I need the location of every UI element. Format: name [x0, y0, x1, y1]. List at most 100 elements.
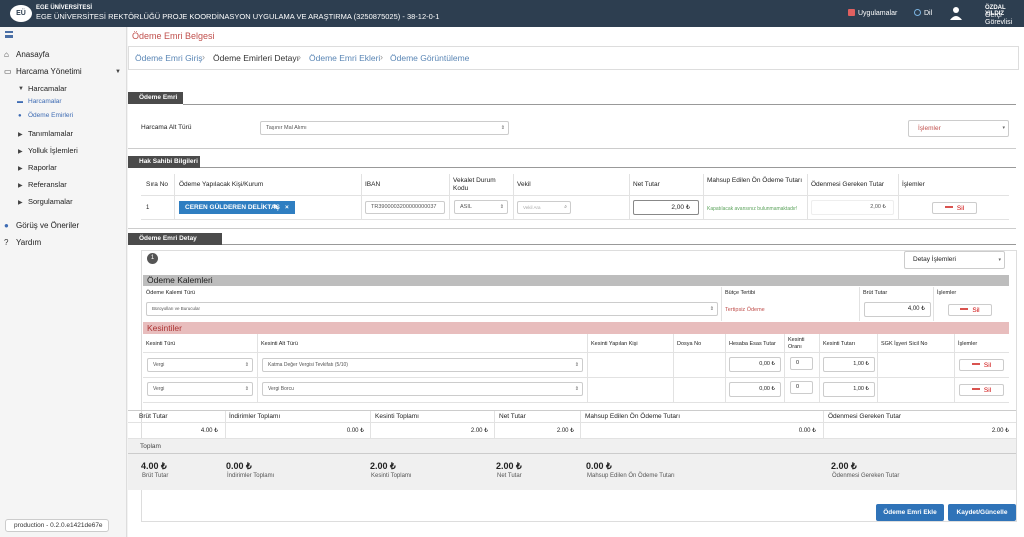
divider [143, 377, 1009, 378]
divider [222, 244, 1016, 245]
sidebar-item-referanslar[interactable]: Referanslar [28, 180, 67, 189]
top-bar: EÜ EGE ÜNİVERSİTESİ EGE ÜNİVERSİTESİ REK… [0, 0, 1024, 27]
sidebar-item-harcamalar[interactable]: Harcamalar [28, 98, 62, 105]
toplam-label: Toplam [140, 443, 161, 450]
divider [128, 148, 1016, 149]
page-title: Ödeme Emri Belgesi [132, 31, 215, 41]
sidebar-item-sorgulamalar[interactable]: Sorgulamalar [28, 197, 73, 206]
sidebar-item-tanimlamalar[interactable]: Tanımlamalar [28, 129, 73, 138]
toplam-indirimler-value: 0.00 ₺ [226, 461, 252, 471]
minus-icon [971, 388, 980, 390]
delete-kalem-button[interactable]: Sil [948, 304, 992, 316]
harcama-alt-turu-select[interactable]: Taşınır Mal Alımı ⇕ [260, 121, 509, 135]
hesaba-esas-input[interactable]: 0,00 ₺ [729, 382, 781, 397]
language-menu[interactable]: Dil [914, 9, 932, 17]
sidebar-item-harcama-yonetimi[interactable]: Harcama Yönetimi [16, 67, 82, 76]
sort-icon: ⇕ [499, 204, 504, 210]
divider [954, 334, 955, 402]
kesinti-turu-select[interactable]: Vergi ⇕ [147, 358, 253, 372]
home-icon: ⌂ [4, 50, 9, 59]
sidebar-item-yardim[interactable]: Yardım [16, 238, 41, 247]
menu-toggle-icon[interactable] [5, 31, 13, 38]
sum-indirimler: 0.00 ₺ [346, 428, 364, 434]
sum-col-indirimler: İndirimler Toplamı [229, 413, 281, 420]
tab-odeme-emri-ekleri[interactable]: Ödeme Emri Ekleri [309, 53, 380, 63]
sidebar-item-yolluk[interactable]: Yolluk İşlemleri [28, 146, 78, 155]
col-kesinti-alt-turu: Kesinti Alt Türü [261, 341, 298, 347]
kaydet-guncelle-button[interactable]: Kaydet/Güncelle [948, 504, 1016, 521]
divider [128, 453, 1016, 454]
toplam-odenmesi-label: Ödenmesi Gereken Tutar [832, 473, 900, 479]
toplam-mahsup-value: 0.00 ₺ [586, 461, 612, 471]
kesinti-orani-input[interactable]: 0 [790, 357, 813, 370]
detay-islemleri-dropdown[interactable]: Detay İşlemleri ▾ [904, 251, 1005, 269]
sum-kesinti: 2.00 ₺ [470, 428, 488, 434]
col-kesinti-turu: Kesinti Türü [146, 341, 176, 347]
sidebar-item-gorus[interactable]: Görüş ve Öneriler [16, 221, 79, 230]
tab-odeme-emri-giris[interactable]: Ödeme Emri Giriş [135, 53, 203, 63]
delete-kesinti-button[interactable]: Sil [959, 384, 1004, 396]
chevron-right-icon: › [298, 52, 301, 62]
divider [898, 174, 899, 219]
kesinti-orani-input[interactable]: 0 [790, 381, 813, 394]
chevron-right-icon: › [202, 52, 205, 62]
sidebar-item-raporlar[interactable]: Raporlar [28, 163, 57, 172]
divider [141, 195, 1009, 196]
divider [587, 334, 588, 402]
user-avatar-icon[interactable] [950, 6, 962, 20]
divider [143, 352, 1009, 353]
divider [859, 287, 860, 321]
chevron-down-icon: ▾ [998, 257, 1001, 263]
sidebar-item-home[interactable]: Anasayfa [16, 50, 49, 59]
caret-right-icon: ▶ [18, 183, 23, 189]
vekalet-select[interactable]: ASIL ⇕ [454, 200, 508, 214]
kesinti-tutari-input[interactable]: 1,00 ₺ [823, 382, 875, 397]
user-role: Gerçi Görevlisi [985, 12, 1013, 26]
sidebar-item-harcamalar-group[interactable]: Harcamalar [28, 84, 67, 93]
kesinti-turu-select[interactable]: Vergi ⇕ [147, 382, 253, 396]
col-kesinti-tutari: Kesinti Tutarı [823, 341, 856, 347]
delete-kesinti-button[interactable]: Sil [959, 359, 1004, 371]
kesinti-alt-turu-select[interactable]: Katma Değer Vergisi Tevkifatı (5/10) ⇕ [262, 358, 583, 372]
tab-odeme-emirleri-detayi[interactable]: Ödeme Emirleri Detayı [213, 53, 299, 63]
sum-net: 2.00 ₺ [556, 428, 574, 434]
sort-icon: ⇕ [244, 386, 249, 392]
col-kesinti-orani: Kesinti Oranı [788, 337, 805, 350]
caret-right-icon: ▶ [18, 200, 23, 206]
brut-tutar-input[interactable]: 4,00 ₺ [864, 302, 931, 317]
sum-col-odenmesi: Ödenmesi Gereken Tutar [828, 413, 901, 420]
sort-icon: ⇕ [574, 362, 579, 368]
col-odenmesi: Ödenmesi Gereken Tutar [811, 181, 884, 188]
kesinti-alt-turu-select[interactable]: Vergi Borcu ⇕ [262, 382, 583, 396]
delete-payee-button[interactable]: Sil [932, 202, 977, 214]
close-icon[interactable]: × [285, 201, 289, 214]
edit-icon[interactable]: ✎ [273, 201, 278, 214]
net-tutar-input[interactable]: 2,00 ₺ [633, 200, 699, 215]
kesinti-tutari-input[interactable]: 1,00 ₺ [823, 357, 875, 372]
hesaba-esas-input[interactable]: 0,00 ₺ [729, 357, 781, 372]
kalem-turu-select[interactable]: Büroyolları ve Burucular ⇕ [146, 302, 718, 316]
circle-icon: ● [18, 113, 22, 119]
comment-icon: ● [4, 221, 9, 230]
odeme-emri-ekle-button[interactable]: Ödeme Emri Ekle [876, 504, 944, 521]
col-sgk: SGK İşyeri Sicil No [881, 341, 928, 347]
divider [143, 402, 1009, 403]
toplam-odenmesi-value: 2.00 ₺ [831, 461, 857, 471]
iban-field[interactable]: TR3900003200000000037 [365, 201, 445, 214]
divider [721, 287, 722, 321]
payee-tag[interactable]: CEREN GÜLDEREN DELİKTAŞ ✎ × [179, 201, 295, 214]
col-kesinti-kisi: Kesinti Yapılan Kişi [591, 341, 638, 347]
col-net-tutar: Net Tutar [633, 181, 660, 188]
toplam-kesinti-label: Kesinti Toplamı [371, 473, 412, 479]
odenmesi-gereken-field: 2,00 ₺ [811, 200, 894, 215]
divider [128, 228, 1016, 229]
sidebar-item-odeme-emirleri[interactable]: Ödeme Emirleri [28, 112, 73, 119]
col-sira-no: Sıra No [146, 181, 169, 188]
vekil-search-input[interactable]: Vekil Ara ⌕ [517, 201, 571, 214]
col-kalem-turu: Ödeme Kalemi Türü [146, 290, 196, 296]
caret-right-icon: ▶ [18, 132, 23, 138]
apps-menu[interactable]: Uygulamalar [848, 9, 897, 17]
islemler-dropdown[interactable]: İşlemler ▾ [908, 120, 1009, 137]
tab-odeme-goruntuleme[interactable]: Ödeme Görüntüleme [390, 53, 469, 63]
divider [128, 410, 1016, 411]
